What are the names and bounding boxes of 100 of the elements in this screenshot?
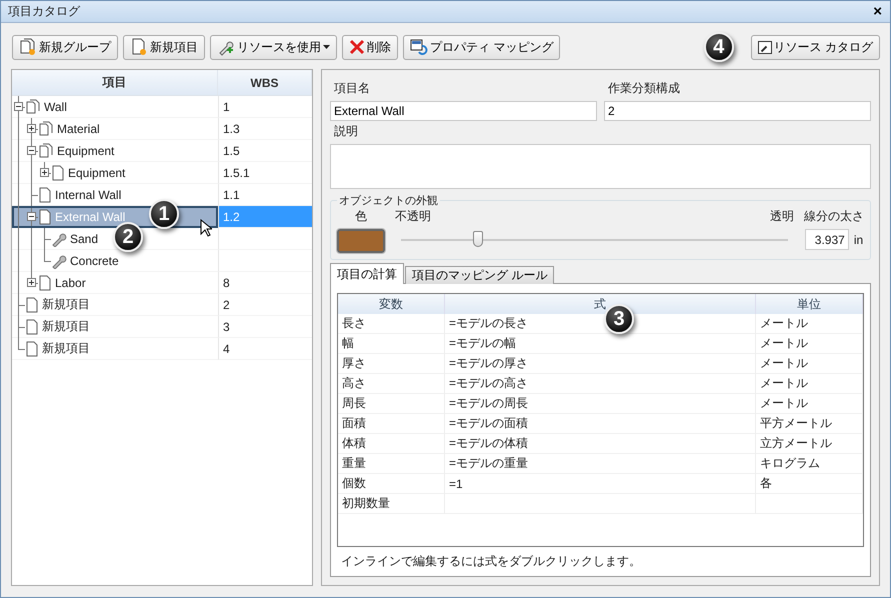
collapse-icon[interactable]	[27, 146, 36, 155]
table-cell: メートル	[756, 374, 863, 394]
document-icon	[25, 318, 39, 334]
documents-icon	[38, 142, 54, 158]
field-label: 説明	[333, 123, 359, 140]
catalog-icon	[758, 40, 772, 54]
documents-icon	[38, 120, 54, 136]
table-cell: メートル	[756, 314, 863, 334]
color-swatch[interactable]	[337, 229, 385, 253]
tree-item[interactable]: Equipment	[12, 140, 218, 162]
wbs-cell: 2	[218, 294, 312, 316]
table-cell: 平方メートル	[756, 414, 863, 434]
wbs-cell: 4	[218, 338, 312, 360]
group-title: オブジェクトの外観	[338, 194, 439, 208]
table-cell: メートル	[756, 394, 863, 414]
mapping-icon	[410, 39, 428, 55]
tree-item[interactable]: Labor	[12, 272, 218, 294]
wbs-cell: 1.3	[218, 118, 312, 140]
table-cell: =モデルの体積	[445, 434, 756, 454]
table-cell: 面積	[338, 414, 445, 434]
table-cell: =モデルの周長	[445, 394, 756, 414]
document-icon	[51, 164, 65, 180]
table-cell: キログラム	[756, 454, 863, 474]
table-cell: 個数	[338, 474, 445, 494]
table-cell: 幅	[338, 334, 445, 354]
column-header[interactable]: 単位	[756, 294, 863, 314]
wbs-cell: 1.5.1	[218, 162, 312, 184]
table-cell: 体積	[338, 434, 445, 454]
close-icon	[349, 39, 365, 55]
tree-item[interactable]: 新規項目	[12, 338, 218, 360]
wbs-cell: 1.2	[218, 206, 312, 228]
tree-item[interactable]: Equipment	[12, 162, 218, 184]
cursor-icon	[200, 219, 212, 237]
document-icon	[25, 340, 39, 356]
column-header[interactable]: 変数	[338, 294, 445, 314]
table-cell: =モデルの重量	[445, 454, 756, 474]
collapse-icon[interactable]	[14, 102, 23, 111]
hint-text: インラインで編集するには式をダブルクリックします。	[340, 553, 642, 570]
tree-item[interactable]: Concrete	[12, 250, 218, 272]
wbs-cell: 1.5	[218, 140, 312, 162]
table-cell: 重量	[338, 454, 445, 474]
slider-thumb[interactable]	[473, 231, 484, 247]
wbs-cell: 1	[218, 96, 312, 118]
wbs-cell: 8	[218, 272, 312, 294]
table-cell: 周長	[338, 394, 445, 414]
table-cell: =モデルの面積	[445, 414, 756, 434]
close-button[interactable]: ×	[873, 4, 882, 19]
expand-icon[interactable]	[27, 124, 36, 133]
window-title: 項目カタログ	[8, 3, 80, 20]
table-cell: 初期数量	[338, 494, 445, 514]
toolbar-button[interactable]: 新規グループ	[12, 34, 118, 60]
tab[interactable]: 項目の計算	[330, 263, 404, 284]
wrench-icon	[51, 230, 67, 246]
collapse-icon[interactable]	[27, 212, 36, 221]
table-cell: メートル	[756, 334, 863, 354]
table-cell: メートル	[756, 354, 863, 374]
toolbar-button[interactable]: 新規項目	[123, 34, 205, 60]
documents-icon	[25, 98, 41, 114]
slider-label: 不透明	[395, 208, 431, 225]
table-cell: 高さ	[338, 374, 445, 394]
field-label: 作業分類構成	[607, 80, 681, 97]
table-cell: =モデルの幅	[445, 334, 756, 354]
expand-icon[interactable]	[27, 278, 36, 287]
table-cell: =モデルの厚さ	[445, 354, 756, 374]
unit-label: in	[854, 232, 864, 246]
resource-catalog-button[interactable]: リソース カタログ	[750, 34, 880, 60]
table-cell: 長さ	[338, 314, 445, 334]
callout-badge: 4	[704, 32, 734, 62]
toolbar-button[interactable]: 削除	[342, 34, 398, 60]
table-cell: 各	[756, 474, 863, 494]
wrench-icon	[51, 252, 67, 268]
input-field[interactable]: 2	[604, 101, 871, 121]
document-icon	[38, 186, 52, 202]
tab[interactable]: 項目のマッピング ルール	[405, 266, 554, 284]
field-label: 色	[355, 208, 367, 225]
expand-icon[interactable]	[40, 168, 49, 177]
table-cell: 厚さ	[338, 354, 445, 374]
document-icon	[38, 274, 52, 290]
tree-item[interactable]: 新規項目	[12, 316, 218, 338]
slider-label: 透明	[770, 208, 794, 225]
tree-item[interactable]: Wall	[12, 96, 218, 118]
field-label: 線分の太さ	[804, 208, 864, 225]
field-label: 項目名	[333, 80, 371, 97]
description-field[interactable]	[330, 144, 871, 189]
tree-item[interactable]: 新規項目	[12, 294, 218, 316]
toolbar-button[interactable]: プロパティ マッピング	[403, 34, 560, 60]
tree-item[interactable]: Material	[12, 118, 218, 140]
toolbar-button[interactable]: リソースを使用	[210, 34, 337, 60]
thickness-field[interactable]: 3.937	[804, 229, 849, 250]
table-cell: 立方メートル	[756, 434, 863, 454]
column-header[interactable]: 項目	[12, 70, 218, 95]
wbs-cell: 3	[218, 316, 312, 338]
input-field[interactable]: External Wall	[330, 101, 597, 121]
document-icon	[25, 296, 39, 312]
table-cell: =モデルの高さ	[445, 374, 756, 394]
table-cell: =1	[445, 474, 756, 494]
column-header[interactable]: WBS	[218, 70, 312, 95]
new-group-icon	[19, 38, 37, 56]
new-item-icon	[130, 38, 148, 56]
document-icon	[38, 208, 52, 224]
